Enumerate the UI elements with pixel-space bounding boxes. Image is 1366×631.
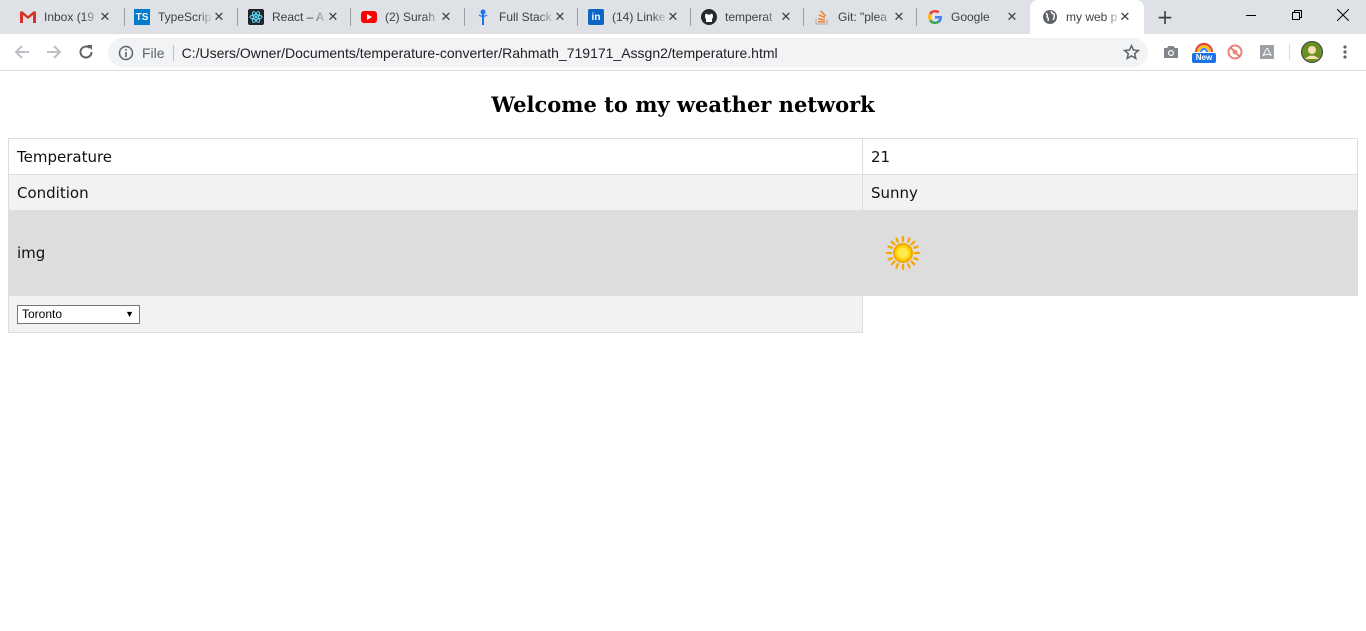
close-window-button[interactable]	[1320, 0, 1366, 30]
tab-title: Git: "plea	[838, 10, 887, 24]
table-row-temperature: Temperature 21	[8, 138, 1358, 175]
react-icon	[248, 9, 264, 25]
close-icon[interactable]: ✕	[553, 10, 567, 24]
close-icon[interactable]: ✕	[439, 10, 453, 24]
close-icon[interactable]: ✕	[666, 10, 680, 24]
toolbar-divider	[1289, 44, 1290, 60]
minimize-button[interactable]	[1228, 0, 1274, 30]
close-icon[interactable]: ✕	[892, 10, 906, 24]
pdf-extension[interactable]	[1258, 43, 1276, 61]
tab-title: Full Stack	[499, 10, 552, 24]
close-icon[interactable]: ✕	[1118, 10, 1132, 24]
bookmark-star-icon[interactable]	[1123, 44, 1140, 61]
tab-stackoverflow[interactable]: Git: "plea ✕	[794, 0, 918, 34]
tab-title: temperat	[725, 10, 773, 24]
tab-fullstack[interactable]: Full Stack ✕	[455, 0, 579, 34]
tab-gmail[interactable]: Inbox (19 ✕	[0, 0, 124, 34]
minimize-icon	[1246, 15, 1256, 16]
restore-button[interactable]	[1274, 0, 1320, 30]
image-label: img	[8, 210, 863, 296]
github-icon	[701, 9, 717, 25]
temperature-value: 21	[862, 138, 1358, 175]
temperature-label: Temperature	[8, 138, 863, 175]
condition-label: Condition	[8, 174, 863, 211]
table-row-image: img	[8, 210, 1358, 296]
new-tab-button[interactable]: +	[1155, 7, 1175, 27]
url-scheme: File	[142, 44, 165, 61]
new-badge: New	[1192, 53, 1216, 63]
tab-title: (2) Surah	[385, 10, 436, 24]
close-icon[interactable]: ✕	[326, 10, 340, 24]
page-title: Welcome to my weather network	[491, 92, 875, 117]
reload-button[interactable]	[76, 42, 96, 62]
back-button[interactable]	[12, 42, 32, 62]
close-icon[interactable]: ✕	[212, 10, 226, 24]
dropdown-arrow-icon: ▼	[125, 308, 134, 319]
rainbow-extension-icon	[1194, 42, 1214, 53]
browser-toolbar: File C:/Users/Owner/Documents/temperatur…	[0, 34, 1366, 71]
avatar-icon	[1301, 41, 1323, 63]
sun-icon	[885, 235, 921, 271]
tab-title: React – A	[272, 10, 325, 24]
close-window-icon	[1337, 9, 1349, 21]
tab-title: Google	[951, 10, 990, 24]
fullstack-icon	[475, 9, 491, 25]
page-content: Welcome to my weather network Temperatur…	[0, 71, 1366, 631]
camera-extension[interactable]	[1162, 43, 1180, 61]
tab-title: Inbox (19	[44, 10, 95, 24]
pdf-icon	[1260, 45, 1274, 59]
globe-icon	[1042, 9, 1058, 25]
stackoverflow-icon	[814, 9, 830, 25]
weather-table: Temperature 21 Condition Sunny img Toron…	[8, 138, 1358, 333]
tab-typescript[interactable]: TS TypeScrip ✕	[114, 0, 238, 34]
condition-value: Sunny	[862, 174, 1358, 211]
tab-github[interactable]: temperat ✕	[681, 0, 805, 34]
address-bar[interactable]: File C:/Users/Owner/Documents/temperatur…	[108, 38, 1148, 67]
menu-button[interactable]	[1336, 43, 1354, 61]
city-select[interactable]: Toronto ▼	[17, 304, 140, 324]
tab-strip: Inbox (19 ✕ TS TypeScrip ✕ React – A ✕ (…	[0, 0, 1366, 34]
tab-title: TypeScrip	[158, 10, 212, 24]
blocker-icon	[1227, 44, 1243, 60]
table-row-condition: Condition Sunny	[8, 174, 1358, 211]
info-icon[interactable]	[118, 45, 134, 61]
linkedin-icon: in	[588, 9, 604, 25]
restore-icon	[1292, 10, 1302, 20]
close-icon[interactable]: ✕	[1005, 10, 1019, 24]
tab-title: my web p	[1066, 10, 1118, 24]
camera-icon	[1164, 46, 1178, 58]
kebab-menu-icon	[1343, 45, 1347, 59]
forward-arrow-icon	[47, 45, 62, 59]
omnibox-divider	[172, 44, 174, 61]
tab-react[interactable]: React – A ✕	[228, 0, 352, 34]
gmail-icon	[20, 9, 36, 25]
close-icon[interactable]: ✕	[98, 10, 112, 24]
empty-cell	[862, 295, 1358, 333]
reload-icon	[79, 45, 93, 59]
table-row-city: Toronto ▼	[8, 295, 1358, 333]
close-icon[interactable]: ✕	[779, 10, 793, 24]
forward-button[interactable]	[44, 42, 64, 62]
back-arrow-icon	[14, 45, 29, 59]
blocker-extension[interactable]	[1226, 43, 1244, 61]
profile-avatar[interactable]	[1301, 41, 1323, 63]
city-cell: Toronto ▼	[8, 295, 863, 333]
tab-google[interactable]: Google ✕	[907, 0, 1031, 34]
tab-active-page[interactable]: my web p ✕	[1030, 0, 1144, 34]
tab-youtube[interactable]: (2) Surah ✕	[341, 0, 465, 34]
google-icon	[927, 9, 943, 25]
typescript-icon: TS	[134, 9, 150, 25]
image-cell	[862, 210, 1358, 296]
city-selected-value: Toronto	[22, 307, 63, 321]
tab-title: (14) Linke	[612, 10, 666, 24]
youtube-icon	[361, 9, 377, 25]
url-text[interactable]: C:/Users/Owner/Documents/temperature-con…	[182, 45, 778, 61]
new-extension[interactable]: New	[1192, 40, 1216, 64]
tab-linkedin[interactable]: in (14) Linke ✕	[568, 0, 692, 34]
